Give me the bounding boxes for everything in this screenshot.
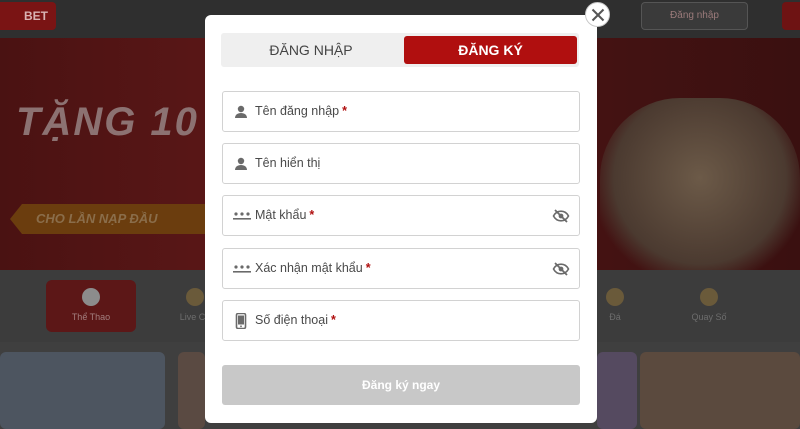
register-modal: ĐĂNG NHẬP ĐĂNG KÝ Tên đăng nhập * Tên hiể… [205, 15, 597, 423]
user-icon [233, 104, 249, 120]
password-dots-icon [233, 261, 251, 277]
close-modal-button[interactable] [585, 2, 610, 27]
eye-off-icon[interactable] [552, 260, 570, 278]
confirm-password-placeholder: Xác nhận mật khẩu * [255, 261, 371, 275]
username-field[interactable]: Tên đăng nhập * [222, 91, 580, 132]
tab-login[interactable]: ĐĂNG NHẬP [221, 33, 401, 67]
username-placeholder: Tên đăng nhập * [255, 104, 347, 118]
display-name-placeholder: Tên hiển thị [255, 156, 321, 170]
eye-off-icon[interactable] [552, 207, 570, 225]
phone-field[interactable]: Số điện thoại * [222, 300, 580, 341]
user-icon [233, 156, 249, 172]
phone-icon [233, 312, 249, 330]
display-name-field[interactable]: Tên hiển thị [222, 143, 580, 184]
password-dots-icon [233, 208, 251, 224]
auth-tabs: ĐĂNG NHẬP ĐĂNG KÝ [221, 33, 579, 67]
tab-register[interactable]: ĐĂNG KÝ [404, 36, 577, 64]
password-field[interactable]: Mật khẩu * [222, 195, 580, 236]
password-placeholder: Mật khẩu * [255, 208, 315, 222]
register-submit-button[interactable]: Đăng ký ngay [222, 365, 580, 405]
confirm-password-field[interactable]: Xác nhận mật khẩu * [222, 248, 580, 289]
phone-placeholder: Số điện thoại * [255, 313, 336, 327]
